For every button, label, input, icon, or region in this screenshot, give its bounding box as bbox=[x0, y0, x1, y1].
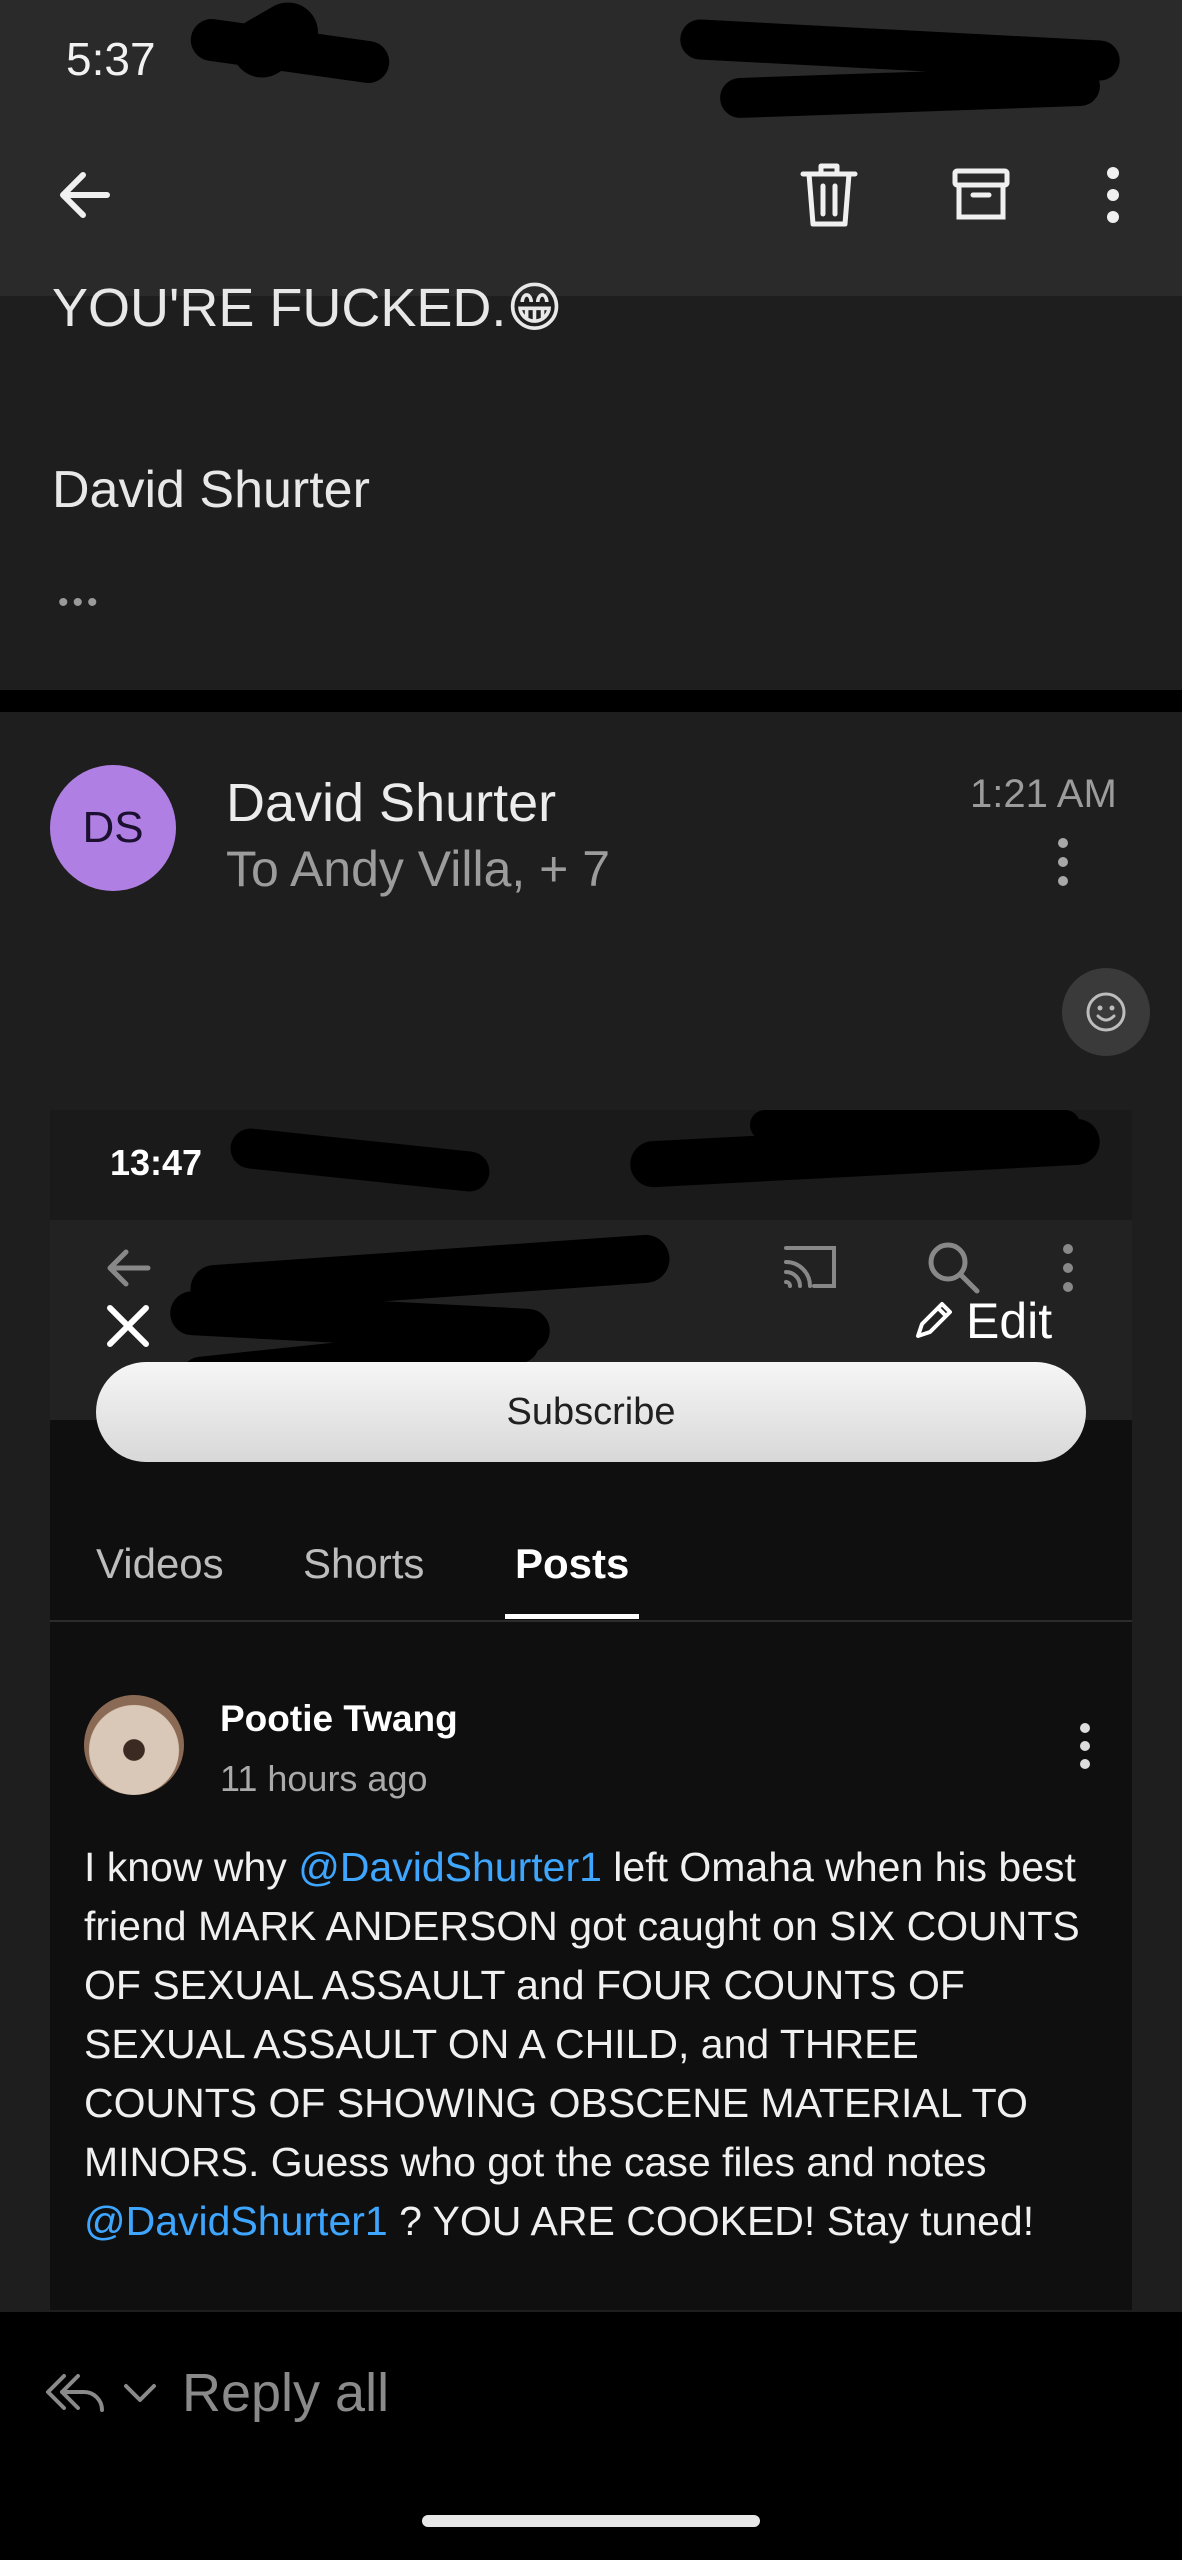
archive-icon bbox=[952, 168, 1010, 220]
close-icon bbox=[107, 1305, 149, 1347]
post-text-part: I know why bbox=[84, 1844, 299, 1890]
edit-button: Edit bbox=[910, 1292, 1052, 1350]
show-quoted-button[interactable]: ••• bbox=[58, 586, 102, 620]
delete-button[interactable] bbox=[784, 150, 874, 240]
previous-message-body: YOU'RE FUCKED.😁 David Shurter ••• bbox=[0, 278, 1182, 690]
archive-button[interactable] bbox=[936, 150, 1026, 240]
tab-shorts: Shorts bbox=[303, 1540, 425, 1587]
redaction-mark bbox=[719, 65, 1101, 119]
arrow-left-icon bbox=[107, 1249, 151, 1287]
add-reaction-button[interactable] bbox=[1062, 968, 1150, 1056]
more-vertical-icon bbox=[1080, 1723, 1090, 1769]
embedded-status-time: 13:47 bbox=[110, 1142, 203, 1183]
subscribe-button: Subscribe bbox=[96, 1362, 1086, 1462]
more-options-button[interactable] bbox=[1068, 150, 1158, 240]
avatar-initials: DS bbox=[82, 803, 144, 852]
signature: David Shurter bbox=[52, 461, 370, 519]
post-text-part: left Omaha when his best friend MARK AND… bbox=[84, 1844, 1080, 2185]
pencil-icon bbox=[916, 1302, 952, 1338]
more-vertical-icon bbox=[1107, 167, 1119, 223]
post-author: Pootie Twang bbox=[220, 1698, 458, 1739]
tab-posts: Posts bbox=[515, 1540, 630, 1587]
reply-all-button[interactable]: Reply all bbox=[44, 2362, 389, 2424]
home-indicator[interactable] bbox=[422, 2515, 760, 2527]
post-text-part: ? YOU ARE COOKED! Stay tuned! bbox=[387, 2198, 1035, 2244]
sender-name[interactable]: David Shurter bbox=[226, 772, 556, 834]
channel-tabs: Videos Shorts Posts bbox=[50, 1530, 1132, 1622]
embedded-status-bar: 13:47 bbox=[50, 1110, 1132, 1220]
smiley-icon bbox=[1086, 992, 1126, 1032]
arrow-left-icon bbox=[60, 172, 110, 218]
redaction-mark bbox=[750, 1110, 1080, 1140]
search-icon bbox=[928, 1242, 980, 1294]
message-time: 1:21 AM bbox=[970, 772, 1117, 816]
post-time: 11 hours ago bbox=[220, 1758, 428, 1799]
tab-videos: Videos bbox=[96, 1540, 224, 1587]
recipients[interactable]: To Andy Villa, + 7 bbox=[226, 840, 610, 898]
post-mention: @DavidShurter1 bbox=[84, 2198, 388, 2244]
message-divider bbox=[0, 690, 1182, 712]
avatar[interactable]: DS bbox=[50, 765, 176, 891]
chevron-down-icon bbox=[124, 2384, 156, 2402]
back-button[interactable] bbox=[40, 150, 130, 240]
status-time: 5:37 bbox=[66, 33, 156, 85]
message-more-button[interactable] bbox=[1048, 832, 1078, 892]
embedded-screenshot-image[interactable]: 13:47 Edit Subscribe Videos Shorts Posts… bbox=[50, 1110, 1132, 2310]
more-vertical-icon bbox=[1063, 1244, 1073, 1292]
reply-all-icon bbox=[46, 2374, 104, 2412]
message-text-line: YOU'RE FUCKED.😁 bbox=[52, 278, 563, 338]
post-author-avatar bbox=[84, 1695, 184, 1795]
redaction-mark bbox=[228, 1126, 492, 1194]
cast-icon bbox=[784, 1246, 836, 1288]
more-vertical-icon bbox=[1058, 838, 1068, 886]
active-tab-indicator bbox=[505, 1614, 639, 1619]
email-toolbar bbox=[0, 120, 1182, 296]
trash-icon bbox=[800, 163, 858, 227]
status-bar: 5:37 bbox=[0, 0, 1182, 120]
reply-all-label: Reply all bbox=[182, 2363, 390, 2423]
post-mention: @DavidShurter1 bbox=[298, 1844, 602, 1890]
post-text: I know why @DavidShurter1 left Omaha whe… bbox=[84, 1838, 1094, 2251]
edit-label: Edit bbox=[966, 1293, 1053, 1349]
